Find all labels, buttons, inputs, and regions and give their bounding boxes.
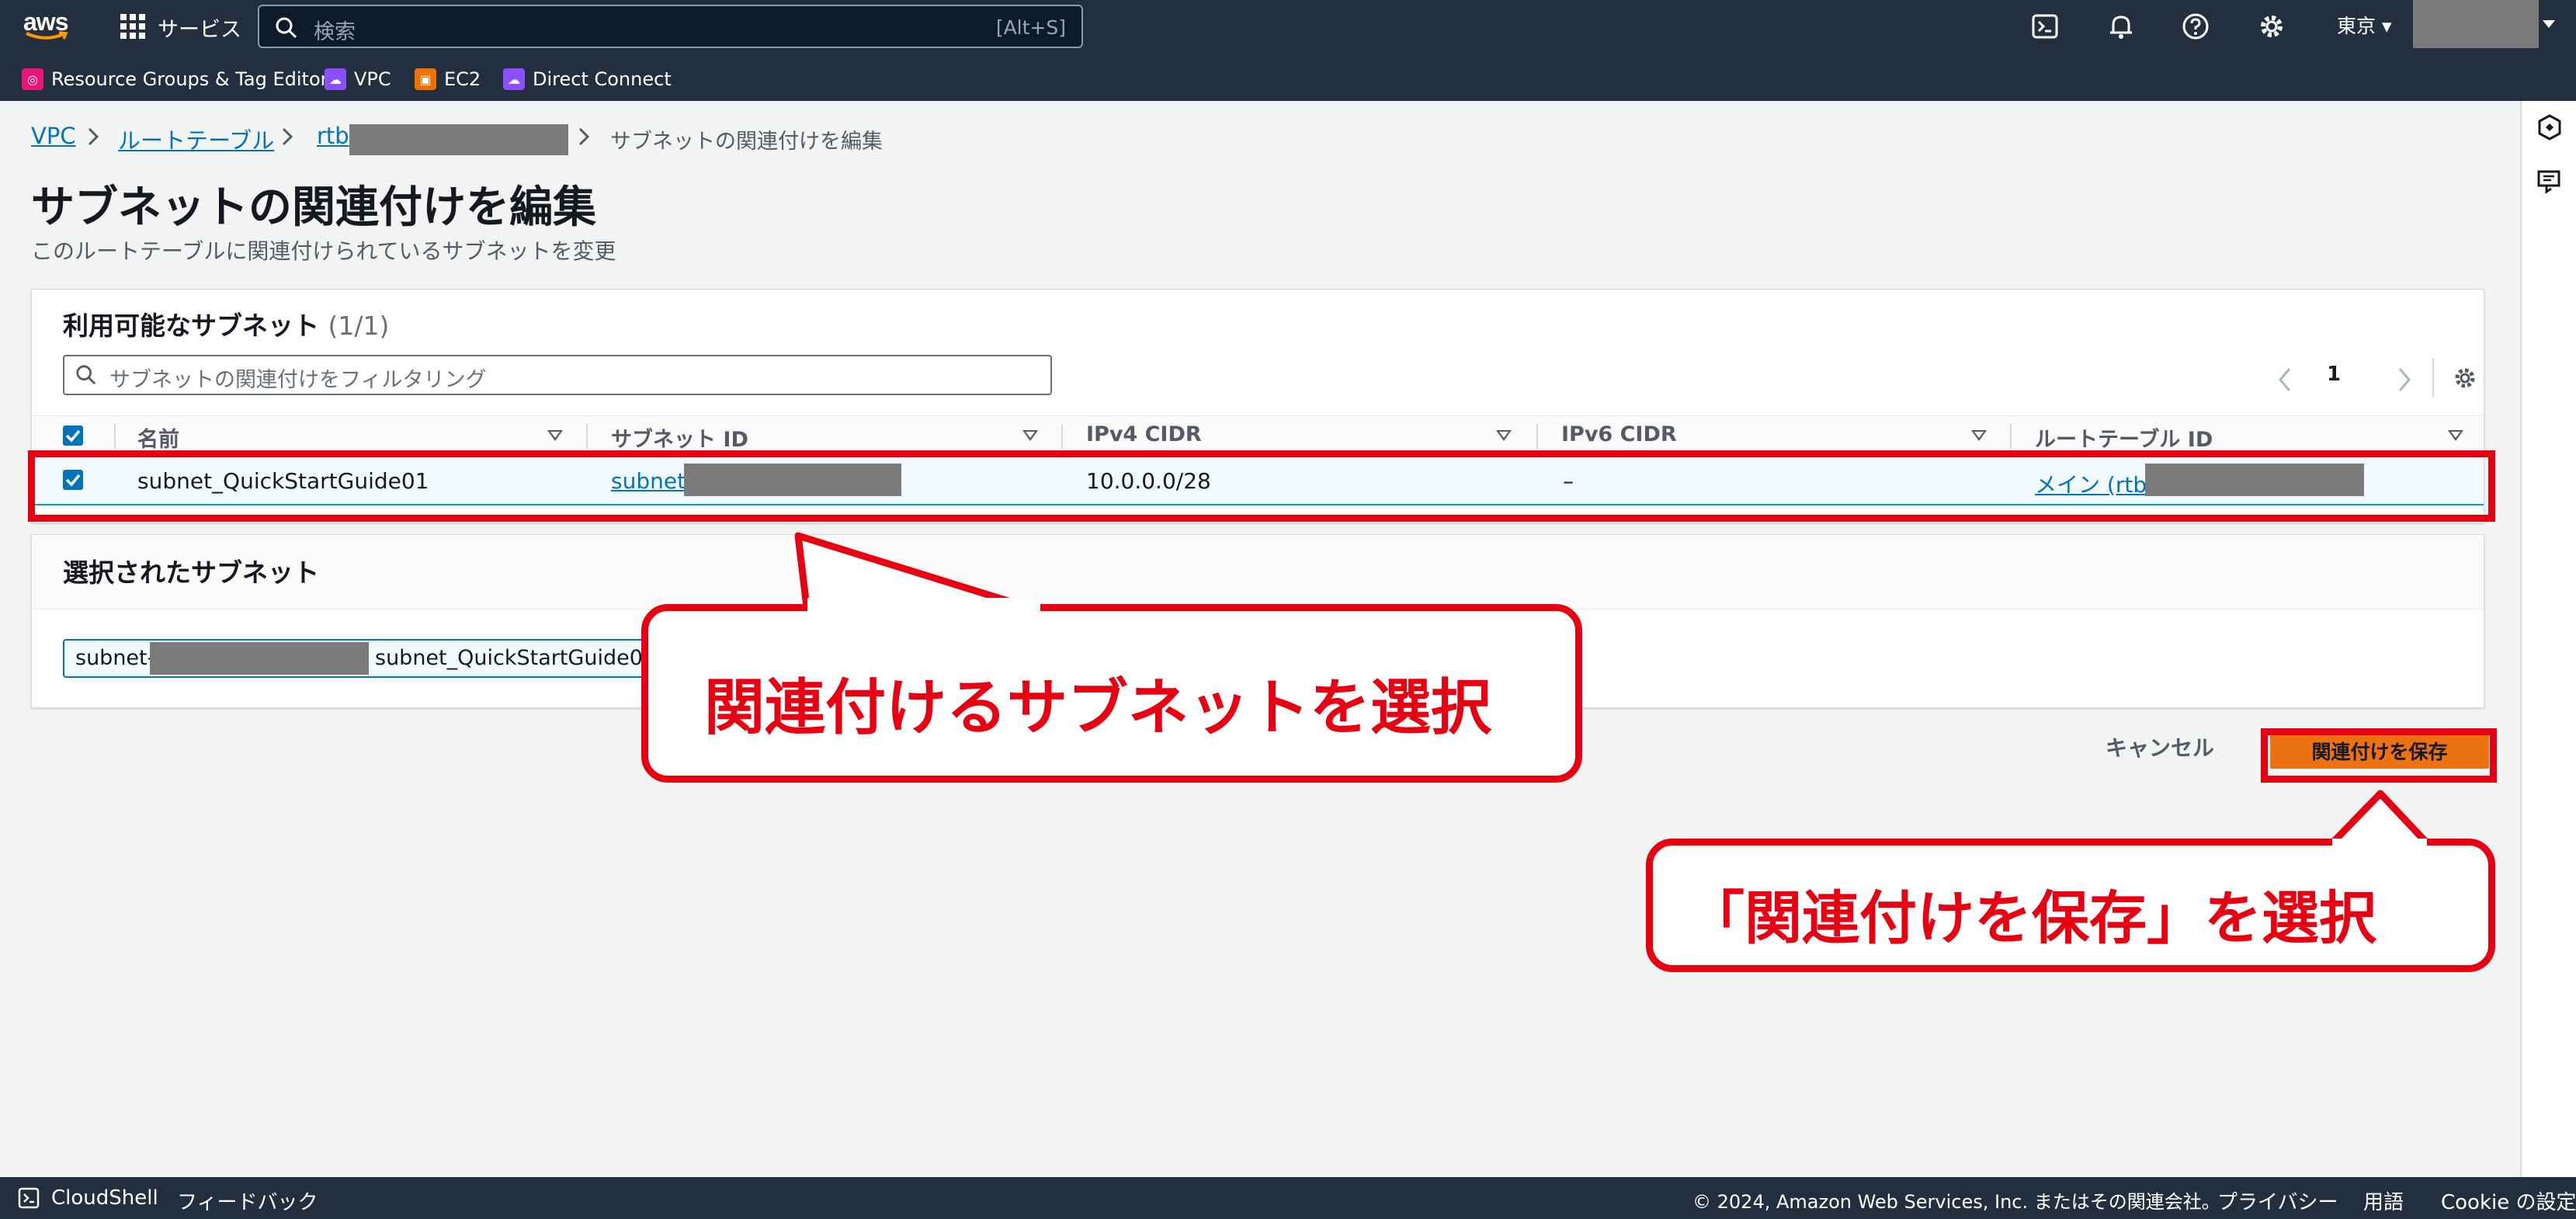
top-navigation: aws サービス 検索 [Alt+S] 東京 ▾ ◎ Resource Grou… <box>0 0 2576 101</box>
favorite-label: Resource Groups & Tag Editor <box>51 68 328 90</box>
cloudshell-icon[interactable] <box>2029 11 2060 42</box>
vpc-icon: ☁ <box>325 68 346 90</box>
favorite-vpc[interactable]: ☁ VPC <box>325 65 391 93</box>
account-caret-icon[interactable] <box>2543 20 2555 28</box>
footer: CloudShell フィードバック © 2024, Amazon Web Se… <box>0 1177 2576 1219</box>
pagination-previous-icon[interactable] <box>2276 366 2294 394</box>
help-icon[interactable] <box>2180 11 2211 42</box>
ec2-icon: ▣ <box>415 68 436 90</box>
redacted-route-table-id <box>349 124 568 155</box>
selected-subnets-header: 選択されたサブネット <box>32 535 2484 610</box>
callout-save-associations: 「関連付けを保存」を選択 <box>1646 839 2495 972</box>
direct-connect-icon: ☁ <box>503 68 525 90</box>
footer-feedback[interactable]: フィードバック <box>177 1186 318 1215</box>
sort-icon[interactable] <box>1496 430 1512 441</box>
chevron-right-icon <box>282 127 293 146</box>
info-hexagon-icon[interactable] <box>2536 113 2564 141</box>
filter-placeholder: サブネットの関連付けをフィルタリング <box>109 368 487 392</box>
aws-logo[interactable]: aws <box>23 6 71 45</box>
selected-subnets-title: 選択されたサブネット <box>63 557 319 588</box>
sort-icon[interactable] <box>2448 430 2463 441</box>
search-shortcut: [Alt+S] <box>995 16 1066 39</box>
region-label: 東京 <box>2337 15 2376 37</box>
token-subnet-name: subnet_QuickStartGuide01 <box>375 646 657 670</box>
cloudshell-icon[interactable] <box>17 1186 40 1210</box>
page-title: サブネットの関連付けを編集 <box>31 182 596 233</box>
callout-select-subnet-text: 関連付けるサブネットを選択 <box>704 673 1492 743</box>
pagination-divider <box>2432 358 2434 397</box>
feedback-screen-icon[interactable] <box>2536 168 2564 196</box>
footer-cloudshell[interactable]: CloudShell <box>51 1186 158 1210</box>
footer-terms[interactable]: 用語 <box>2363 1186 2404 1215</box>
available-subnets-heading: 利用可能なサブネット <box>63 311 319 341</box>
region-selector[interactable]: 東京 ▾ <box>2337 11 2392 39</box>
save-button-highlight-box <box>2261 728 2497 783</box>
sort-icon[interactable] <box>547 430 563 441</box>
top-bar: aws サービス 検索 [Alt+S] 東京 ▾ <box>0 0 2576 54</box>
column-header-ipv6-cidr[interactable]: IPv6 CIDR <box>1561 422 1677 446</box>
search-placeholder: 検索 <box>314 20 356 44</box>
token-subnet-id: subnet- <box>75 646 155 670</box>
column-header-route-table-id[interactable]: ルートテーブル ID <box>2035 422 2213 453</box>
pagination-next-icon[interactable] <box>2395 366 2414 394</box>
column-header-subnet-id[interactable]: サブネット ID <box>611 422 748 453</box>
subnet-filter-input[interactable]: サブネットの関連付けをフィルタリング <box>63 355 1052 395</box>
column-divider <box>2010 424 2012 449</box>
favorite-direct-connect[interactable]: ☁ Direct Connect <box>503 65 672 93</box>
search-icon <box>276 17 297 39</box>
table-preferences-gear-icon[interactable] <box>2451 364 2479 392</box>
page-description: このルートテーブルに関連付けられているサブネットを変更 <box>31 238 616 264</box>
footer-copyright: © 2024, Amazon Web Services, Inc. またはその関… <box>1692 1191 2220 1213</box>
right-side-panel <box>2520 101 2576 1177</box>
breadcrumb-vpc[interactable]: VPC <box>31 123 76 149</box>
settings-gear-icon[interactable] <box>2256 11 2287 42</box>
callout-select-subnet: 関連付けるサブネットを選択 <box>641 604 1582 783</box>
pagination-page-number[interactable]: 1 <box>2327 363 2341 386</box>
services-grid-icon[interactable] <box>120 14 145 39</box>
redacted-token-subnet-id <box>150 642 369 675</box>
chevron-right-icon <box>88 127 99 146</box>
column-header-ipv4-cidr[interactable]: IPv4 CIDR <box>1086 422 1202 446</box>
breadcrumb-route-table-id[interactable]: rtb <box>317 123 349 149</box>
account-menu[interactable] <box>2413 0 2539 48</box>
services-menu[interactable]: サービス <box>158 12 241 43</box>
sort-icon[interactable] <box>1022 430 1038 441</box>
aws-smile-icon <box>26 31 68 40</box>
favorite-label: EC2 <box>444 68 481 90</box>
column-divider <box>114 424 116 449</box>
column-divider <box>1536 424 1538 449</box>
notifications-bell-icon[interactable] <box>2106 11 2137 42</box>
column-divider <box>586 424 588 449</box>
favorite-resource-groups[interactable]: ◎ Resource Groups & Tag Editor <box>22 65 328 93</box>
favorite-label: VPC <box>354 68 391 90</box>
selected-subnet-token[interactable]: subnet- subnet_QuickStartGuide01 <box>63 639 668 678</box>
search-icon <box>76 365 96 385</box>
column-divider <box>1061 424 1063 449</box>
chevron-right-icon <box>578 127 590 146</box>
callout-save-associations-text: 「関連付けを保存」を選択 <box>1687 885 2376 952</box>
sort-icon[interactable] <box>1971 430 1987 441</box>
resource-groups-icon: ◎ <box>22 68 43 90</box>
footer-cookie-settings[interactable]: Cookie の設定 <box>2441 1186 2576 1215</box>
select-all-checkbox[interactable] <box>63 425 83 446</box>
table-header: 名前 サブネット ID IPv4 CIDR IPv6 CIDR ルートテーブル … <box>32 415 2484 454</box>
breadcrumb-route-tables[interactable]: ルートテーブル <box>118 123 274 155</box>
favorite-label: Direct Connect <box>533 68 672 90</box>
footer-privacy[interactable]: プライバシー <box>2217 1186 2338 1215</box>
cancel-button[interactable]: キャンセル <box>2106 731 2214 762</box>
search-input[interactable]: 検索 [Alt+S] <box>258 5 1083 48</box>
breadcrumb-current: サブネットの関連付けを編集 <box>610 130 883 154</box>
available-subnets-count: (1/1) <box>328 311 390 341</box>
row-highlight-box <box>28 450 2495 522</box>
favorites-bar: ◎ Resource Groups & Tag Editor ☁ VPC ▣ E… <box>0 61 2576 95</box>
column-header-name[interactable]: 名前 <box>137 422 179 453</box>
available-subnets-title: 利用可能なサブネット (1/1) <box>63 305 389 342</box>
favorite-ec2[interactable]: ▣ EC2 <box>415 65 481 93</box>
check-icon <box>65 429 81 443</box>
